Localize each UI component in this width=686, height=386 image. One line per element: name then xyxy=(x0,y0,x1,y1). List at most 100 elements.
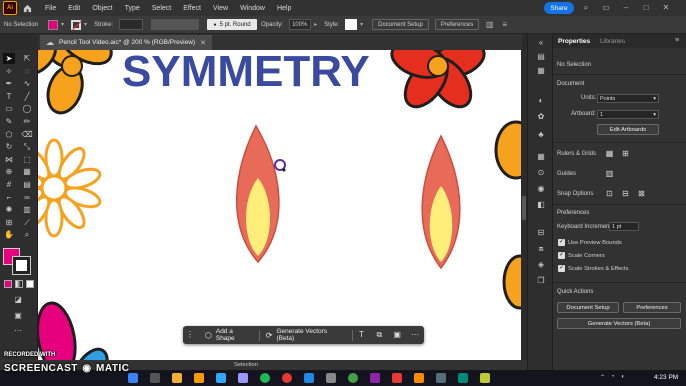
mesh-tool-icon[interactable]: # xyxy=(3,179,15,190)
magic-wand-icon[interactable]: ✧ xyxy=(3,66,15,77)
premiere-icon[interactable] xyxy=(238,373,248,383)
zoom-tool-icon[interactable]: ⌕ xyxy=(21,229,33,240)
rectangle-tool-icon[interactable]: ▭ xyxy=(3,103,15,114)
variable-width-profile[interactable] xyxy=(151,19,200,30)
chevron-down-icon[interactable]: ▾ xyxy=(61,21,64,28)
blend-tool-icon[interactable]: ∞ xyxy=(21,192,33,203)
edit-artboards-button[interactable]: Edit Artboards xyxy=(597,124,659,135)
app-icon[interactable] xyxy=(480,373,490,383)
windows-start-icon[interactable] xyxy=(128,373,138,383)
app-icon[interactable] xyxy=(392,373,402,383)
lasso-icon[interactable]: ◌ xyxy=(21,66,33,77)
none-mode-icon[interactable] xyxy=(26,280,34,288)
panel-menu-icon[interactable]: ≡ xyxy=(500,20,509,29)
taskbar-clock[interactable]: 4:23 PM xyxy=(654,374,678,381)
stroke-weight-field[interactable] xyxy=(119,19,144,30)
shape-builder-icon[interactable]: ⊕ xyxy=(3,166,15,177)
perspective-grid-icon[interactable]: ▦ xyxy=(21,166,33,177)
artboard-dropdown[interactable]: 1 ▾ xyxy=(597,110,659,119)
libraries-icon[interactable]: ▦ xyxy=(536,66,546,76)
scale-corners-checkbox[interactable]: ✓ Scale Corners xyxy=(558,252,605,259)
menu-file[interactable]: File xyxy=(39,5,62,12)
line-tool-icon[interactable]: ╱ xyxy=(21,91,33,102)
pathfinder-icon[interactable]: ⧈ xyxy=(536,244,546,254)
home-icon[interactable] xyxy=(21,2,33,14)
menu-object[interactable]: Object xyxy=(86,5,118,12)
volume-icon[interactable]: ◖ xyxy=(621,374,625,381)
app-icon[interactable] xyxy=(414,373,424,383)
more-tools-icon[interactable]: ⋯ xyxy=(12,325,24,336)
menu-window[interactable]: Window xyxy=(234,5,271,12)
graphic-style-swatch[interactable] xyxy=(345,19,358,30)
spotify-icon[interactable] xyxy=(260,373,270,383)
keyboard-increment-field[interactable]: 1 pt xyxy=(609,222,639,231)
menu-help[interactable]: Help xyxy=(271,5,297,12)
menu-select[interactable]: Select xyxy=(146,5,177,12)
chrome-alt-icon[interactable] xyxy=(348,373,358,383)
direct-selection-tool-icon[interactable]: ⇱ xyxy=(21,53,33,64)
snap-point-icon[interactable]: ⊡ xyxy=(605,189,614,198)
app-icon[interactable] xyxy=(370,373,380,383)
document-setup-button[interactable]: Document Setup xyxy=(372,19,429,30)
menu-view[interactable]: View xyxy=(207,5,234,12)
menu-type[interactable]: Type xyxy=(119,5,146,12)
search-icon[interactable]: ⌕ xyxy=(582,3,590,12)
draw-mode-icon[interactable]: ◪ xyxy=(12,294,24,305)
stroke-color-swatch[interactable] xyxy=(12,256,31,275)
graphic-styles-icon[interactable]: ◉ xyxy=(536,184,546,194)
scale-tool-icon[interactable]: ⤡ xyxy=(21,141,33,152)
stroke-swatch[interactable] xyxy=(71,19,82,30)
gradient-tool-icon[interactable]: ▤ xyxy=(21,179,33,190)
rotate-tool-icon[interactable]: ↻ xyxy=(3,141,15,152)
collapse-icon[interactable]: « xyxy=(536,38,546,48)
type-tool-icon[interactable]: T xyxy=(3,91,15,102)
fill-swatch[interactable] xyxy=(48,19,59,30)
artboard-tool-icon[interactable]: ⊞ xyxy=(3,217,15,228)
color-mode-icon[interactable] xyxy=(4,280,12,288)
close-icon[interactable]: ✕ xyxy=(200,39,206,47)
layers-panel-icon[interactable]: ◐ xyxy=(536,96,546,106)
generate-vectors-button[interactable]: ⟳ Generate Vectors (Beta) xyxy=(260,328,352,342)
free-transform-icon[interactable]: ⬚ xyxy=(21,154,33,165)
gradient-mode-icon[interactable] xyxy=(15,280,23,288)
search-icon[interactable] xyxy=(150,373,160,383)
ruler-icon[interactable]: ▦ xyxy=(605,149,614,158)
brush-definition-dropdown[interactable]: ● 5 pt. Round xyxy=(207,19,258,30)
grid-icon[interactable]: ⊞ xyxy=(621,149,630,158)
scale-strokes-checkbox[interactable]: ✓ Scale Strokes & Effects xyxy=(558,265,628,272)
minimize-icon[interactable]: – xyxy=(622,3,630,12)
opacity-field[interactable]: 100% xyxy=(289,19,312,30)
symbols-icon[interactable]: ♣ xyxy=(536,130,546,140)
guides-icon[interactable]: ▥ xyxy=(605,169,614,178)
close-icon[interactable]: ✕ xyxy=(662,3,670,12)
use-preview-bounds-checkbox[interactable]: ✓ Use Preview Bounds xyxy=(558,239,622,246)
preferences-button[interactable]: Preferences xyxy=(434,19,480,30)
slice-tool-icon[interactable]: ⟋ xyxy=(21,217,33,228)
paintbrush-icon[interactable]: ✎ xyxy=(3,116,15,127)
share-button[interactable]: Share xyxy=(544,2,574,14)
chrome-icon[interactable] xyxy=(282,373,292,383)
curvature-tool-icon[interactable]: ∿ xyxy=(21,78,33,89)
pen-tool-icon[interactable]: ✒ xyxy=(3,78,15,89)
chevron-down-icon[interactable]: ▸ xyxy=(314,21,317,28)
units-dropdown[interactable]: Points ▾ xyxy=(597,94,659,103)
quick-document-setup-button[interactable]: Document Setup xyxy=(557,302,619,313)
illustrator-taskbar-icon[interactable] xyxy=(194,373,204,383)
chevron-down-icon[interactable]: ▾ xyxy=(84,21,87,28)
maximize-icon[interactable]: □ xyxy=(642,3,650,12)
store-icon[interactable] xyxy=(326,373,336,383)
quick-preferences-button[interactable]: Preferences xyxy=(623,302,681,313)
width-tool-icon[interactable]: ⋈ xyxy=(3,154,15,165)
screen-mode-icon[interactable]: ▣ xyxy=(12,310,24,321)
eyedropper-icon[interactable]: ⌐ xyxy=(3,192,15,203)
type-icon[interactable]: T xyxy=(357,330,367,340)
snap-grid-icon[interactable]: ⊟ xyxy=(621,189,630,198)
chevron-down-icon[interactable]: ▾ xyxy=(360,21,363,28)
mail-icon[interactable] xyxy=(304,373,314,383)
scrollbar-thumb[interactable] xyxy=(522,196,526,220)
arrange-documents-icon[interactable]: ▥ xyxy=(485,20,494,29)
image-trace-icon[interactable]: ✿ xyxy=(536,112,546,122)
arrange-icon[interactable]: ▭ xyxy=(602,3,610,12)
more-icon[interactable]: ⋯ xyxy=(410,330,420,340)
menu-edit[interactable]: Edit xyxy=(62,5,86,12)
